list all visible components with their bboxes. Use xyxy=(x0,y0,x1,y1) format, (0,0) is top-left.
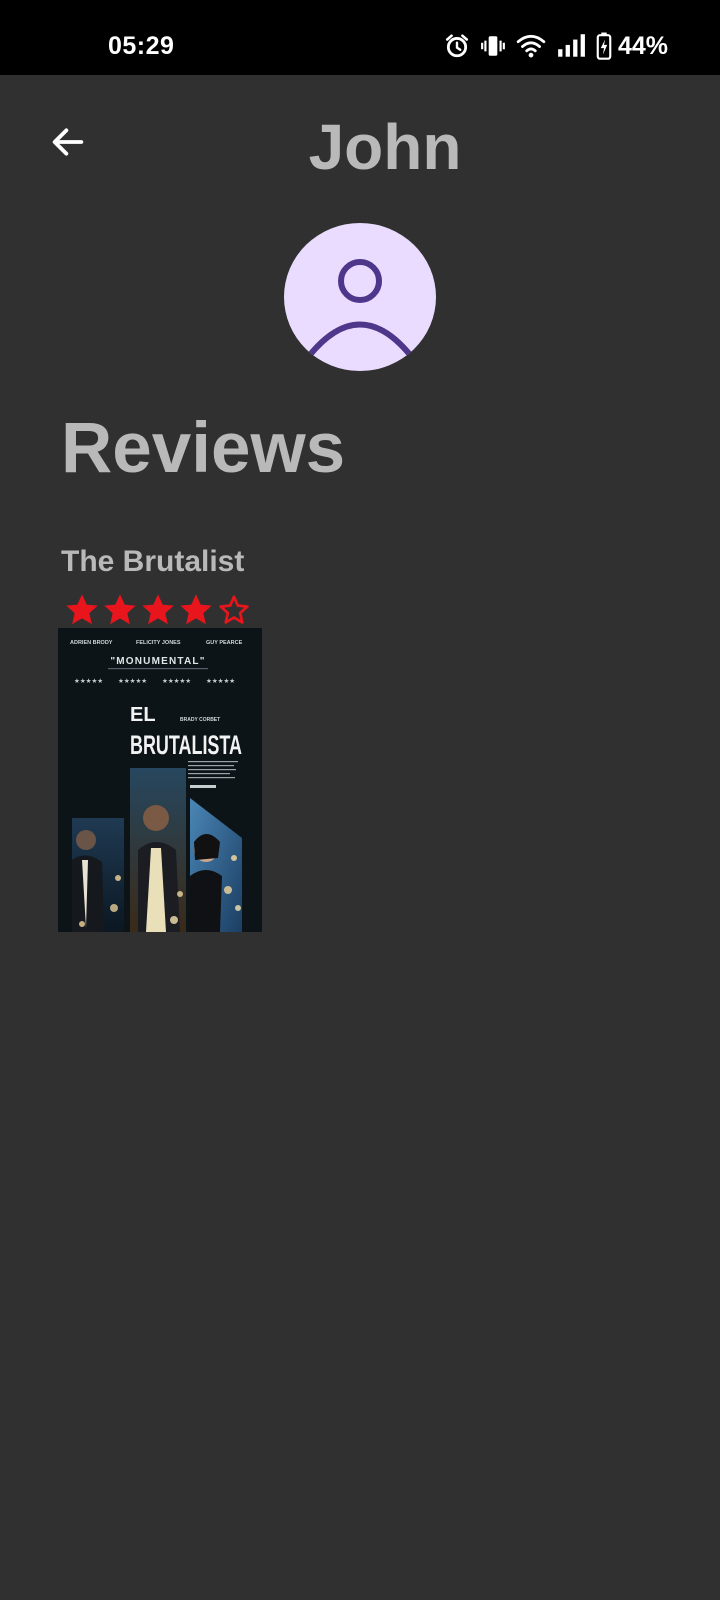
status-time: 05:29 xyxy=(108,32,175,60)
star-filled-icon xyxy=(180,594,212,625)
signal-icon xyxy=(558,34,585,57)
wifi-icon xyxy=(516,34,546,58)
poster-art: ADRIEN BRODY FELICITY JONES GUY PEARCE "… xyxy=(58,628,262,932)
status-icons: 44% xyxy=(444,30,668,62)
star-outline-icon xyxy=(219,595,249,624)
star-filled-icon xyxy=(104,594,136,625)
movie-poster[interactable]: ADRIEN BRODY FELICITY JONES GUY PEARCE "… xyxy=(58,628,262,932)
svg-text:★★★★★: ★★★★★ xyxy=(74,677,103,685)
svg-text:★★★★★: ★★★★★ xyxy=(118,677,147,685)
battery-charging-icon xyxy=(596,32,612,60)
poster-cast-2: FELICITY JONES xyxy=(136,640,181,646)
avatar xyxy=(284,223,436,371)
star-filled-icon xyxy=(142,594,174,625)
star-filled-icon xyxy=(66,594,98,625)
reviews-heading: Reviews xyxy=(61,409,346,488)
poster-title-line2: BRUTALISTA xyxy=(130,730,242,760)
poster-quote: "MONUMENTAL" xyxy=(110,656,205,667)
person-icon xyxy=(306,259,414,359)
review-title: The Brutalist xyxy=(61,545,245,578)
poster-cast-1: ADRIEN BRODY xyxy=(70,640,113,646)
battery-percent: 44% xyxy=(617,31,668,60)
poster-title-line1: EL xyxy=(130,704,156,726)
poster-cast-3: GUY PEARCE xyxy=(206,640,243,646)
svg-text:★★★★★: ★★★★★ xyxy=(206,677,235,685)
status-bar: 05:29 44% xyxy=(0,0,720,75)
svg-text:★★★★★: ★★★★★ xyxy=(162,677,191,685)
poster-director: BRADY CORBET xyxy=(180,717,220,723)
vibrate-icon xyxy=(481,36,505,56)
alarm-icon xyxy=(445,34,469,58)
page-title: John xyxy=(308,111,462,183)
star-rating xyxy=(64,592,252,628)
